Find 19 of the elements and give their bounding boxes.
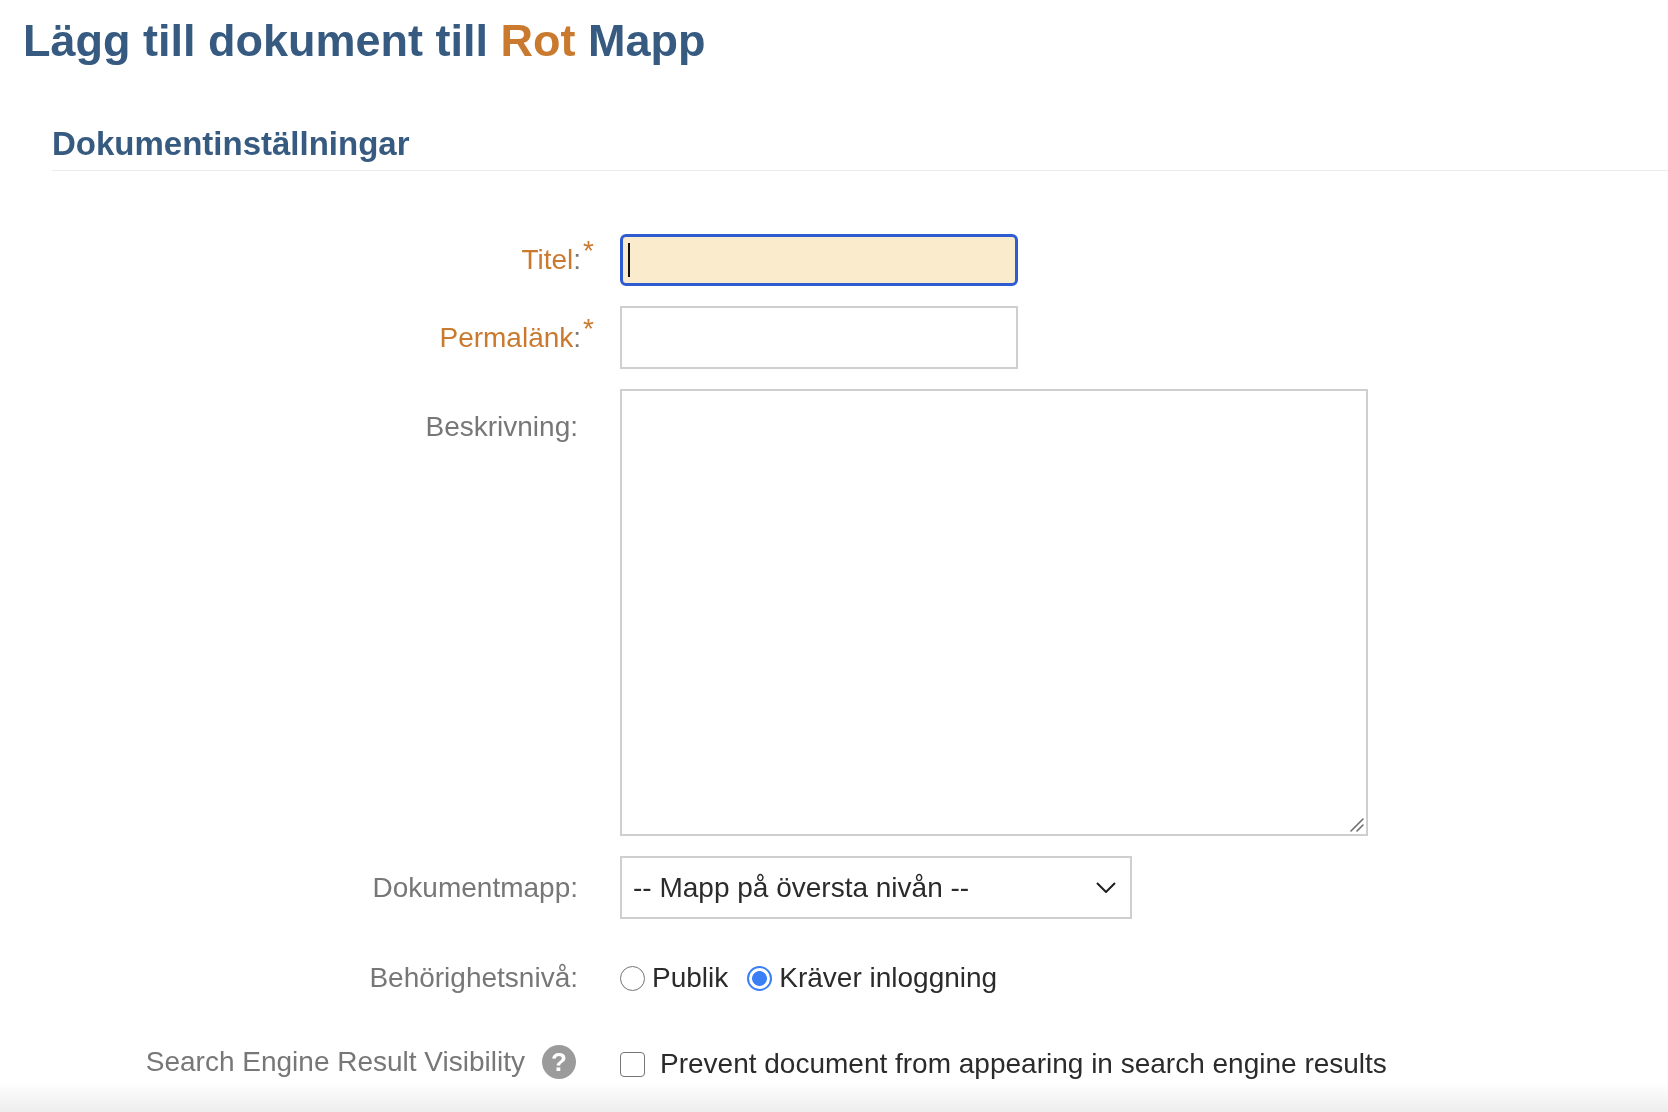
checkbox-label[interactable]: Prevent document from appearing in search engine results (660, 1047, 1387, 1081)
field-label: Dokumentmapp: (372, 870, 578, 905)
field-label: Permalänk:* (439, 320, 594, 355)
radio-label[interactable]: Publik (652, 961, 729, 995)
field-label: Behörighetsnivå: (369, 961, 578, 995)
chevron-down-icon (1096, 882, 1116, 893)
radio-button[interactable] (620, 965, 645, 991)
section-heading: Dokumentinställningar (52, 124, 410, 164)
field-label: Beskrivning: (425, 410, 578, 444)
text-input[interactable] (620, 234, 1018, 286)
checkbox[interactable] (620, 1051, 645, 1077)
page-title: Lägg till dokument till Rot Mapp (23, 15, 706, 67)
text-cursor-icon (628, 243, 630, 277)
field-label: Search Engine Result Visibility (145, 1045, 525, 1079)
radio-button[interactable] (747, 965, 773, 991)
field-label: Titel:* (521, 243, 594, 277)
radio-label[interactable]: Kräver inloggning (779, 961, 998, 995)
dropdown[interactable]: -- Mapp på översta nivån -- (620, 856, 1132, 919)
resize-handle-icon[interactable] (1350, 818, 1364, 832)
